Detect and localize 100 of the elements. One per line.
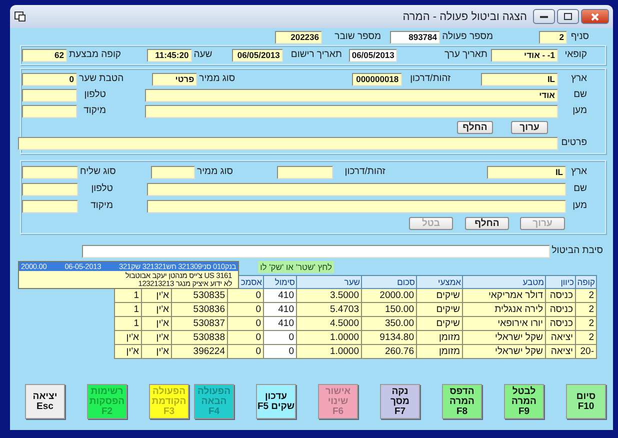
field-label: קופאי — [564, 49, 588, 61]
column-header[interactable]: אמצעי — [416, 276, 462, 288]
hint-text: לחץ 'שטר' או 'שק' לו — [258, 261, 334, 273]
text-field[interactable] — [22, 200, 78, 212]
field-label: שעה — [192, 49, 214, 61]
text-field[interactable] — [22, 88, 77, 102]
text-field[interactable]: 202236 — [275, 30, 322, 44]
maximize-button[interactable] — [557, 9, 579, 24]
table-cell: א'ין — [114, 344, 142, 358]
text-field[interactable]: IL — [481, 72, 558, 86]
window-icon — [14, 11, 26, 22]
field-label: מיקוד — [82, 105, 107, 117]
text-field[interactable]: פרטי — [152, 72, 198, 86]
table-cell: 1.0000 — [296, 330, 362, 344]
form-button[interactable]: החלף — [457, 120, 493, 134]
field-label: סיבת הביטול — [550, 245, 604, 257]
maximize-icon — [564, 13, 572, 20]
table-cell: שקל ישראלי — [462, 344, 546, 358]
column-header[interactable]: מטבע — [462, 276, 546, 288]
function-key-button[interactable]: לבטל המרה F9 — [504, 384, 544, 419]
table-cell: כניסה — [546, 302, 576, 316]
field-label: סוג ממיר — [198, 73, 236, 85]
table-cell: 410 — [264, 316, 296, 330]
text-field[interactable]: 06/05/2013 — [232, 48, 283, 62]
table-cell: 0 — [264, 344, 296, 358]
text-field[interactable] — [22, 182, 78, 196]
text-field[interactable]: 2 — [539, 30, 567, 44]
form-button[interactable]: החלף — [465, 216, 509, 230]
table-cell: 396224 — [172, 344, 228, 358]
text-field[interactable]: 62 — [22, 48, 68, 62]
minimize-button[interactable] — [533, 9, 555, 24]
minimize-icon — [540, 15, 548, 18]
table-cell: 0 — [228, 302, 264, 316]
field-label: סוג שליח — [79, 166, 117, 178]
column-header[interactable]: סימול — [264, 276, 296, 288]
table-cell: 0 — [228, 330, 264, 344]
text-field[interactable]: 1- - אודי — [491, 48, 558, 62]
field-label: הטבת שער — [78, 73, 125, 85]
table-cell: יציאה — [546, 330, 576, 344]
text-field[interactable]: 0 — [22, 72, 77, 86]
column-header[interactable]: קופה — [576, 276, 596, 288]
table-cell: לירה אנגלית — [462, 302, 546, 316]
table-cell: 1.0000 — [296, 344, 362, 358]
table-cell: 0 — [264, 330, 296, 344]
table-cell: 2 — [576, 288, 596, 302]
field-label: קופה מבצעת — [68, 49, 122, 61]
text-field[interactable] — [151, 166, 196, 178]
field-label: מספר פעולה — [441, 31, 494, 43]
text-field[interactable]: 000000018 — [352, 72, 402, 86]
text-field[interactable] — [147, 200, 566, 212]
field-label: שם — [572, 183, 588, 195]
text-field[interactable]: אודי — [145, 88, 558, 102]
column-header[interactable]: סכום — [362, 276, 416, 288]
table-cell: א'ין — [142, 288, 172, 302]
text-field[interactable] — [82, 244, 550, 258]
table-cell: כניסה — [546, 316, 576, 330]
text-field[interactable]: 893784 — [390, 30, 440, 44]
table-cell: 1 — [114, 288, 142, 302]
table-cell: מזומן — [416, 330, 462, 344]
field-label: תאריך רישום — [290, 49, 343, 61]
table-cell: -20 — [576, 344, 596, 358]
window-title: הצגה וביטול פעולה - המרה — [402, 10, 527, 22]
text-field[interactable] — [147, 182, 566, 196]
text-field[interactable] — [22, 166, 78, 178]
text-field[interactable] — [145, 104, 558, 118]
close-button[interactable] — [581, 9, 609, 24]
table-cell: 2000.00 — [362, 288, 416, 302]
text-field[interactable] — [18, 136, 558, 150]
table-cell: 0 — [228, 288, 264, 302]
table-cell: 4.5000 — [296, 316, 362, 330]
table-cell: 9134.80 — [362, 330, 416, 344]
field-label: זהות/דרכון — [409, 73, 452, 85]
field-label: מען — [572, 105, 588, 117]
text-field[interactable]: IL — [487, 166, 566, 178]
field-label: זהות/דרכון — [344, 166, 386, 178]
text-field[interactable] — [277, 166, 334, 178]
function-key-button[interactable]: הדפס המרה F8 — [442, 384, 482, 419]
text-field[interactable] — [22, 104, 77, 118]
text-field[interactable]: 11:45:20 — [146, 48, 192, 62]
text-field[interactable]: 06/05/2013 — [348, 48, 398, 62]
table-cell: א'ין — [142, 302, 172, 316]
column-header[interactable]: כיוון — [546, 276, 576, 288]
function-key-button[interactable]: עדכון שקים F5 — [256, 384, 296, 419]
close-icon — [591, 12, 599, 20]
table-cell: דולר אמריקאי — [462, 288, 546, 302]
table-cell: א'ין — [142, 316, 172, 330]
table-cell: 5.4703 — [296, 302, 362, 316]
field-label: סניף — [570, 31, 590, 43]
field-label: סוג ממיר — [196, 166, 234, 178]
table-cell: א'ין — [142, 344, 172, 358]
form-button[interactable]: ערוך — [511, 120, 548, 134]
field-label: ארץ — [570, 73, 588, 85]
field-label: מספר שובר — [334, 31, 382, 43]
table-cell: יורו אירופאי — [462, 316, 546, 330]
table-cell: 530838 — [172, 330, 228, 344]
table-cell: 0 — [228, 344, 264, 358]
table-cell: 2 — [576, 316, 596, 330]
table-cell: 3.5000 — [296, 288, 362, 302]
field-label: טלפון — [83, 89, 107, 101]
column-header[interactable]: שער — [296, 276, 362, 288]
